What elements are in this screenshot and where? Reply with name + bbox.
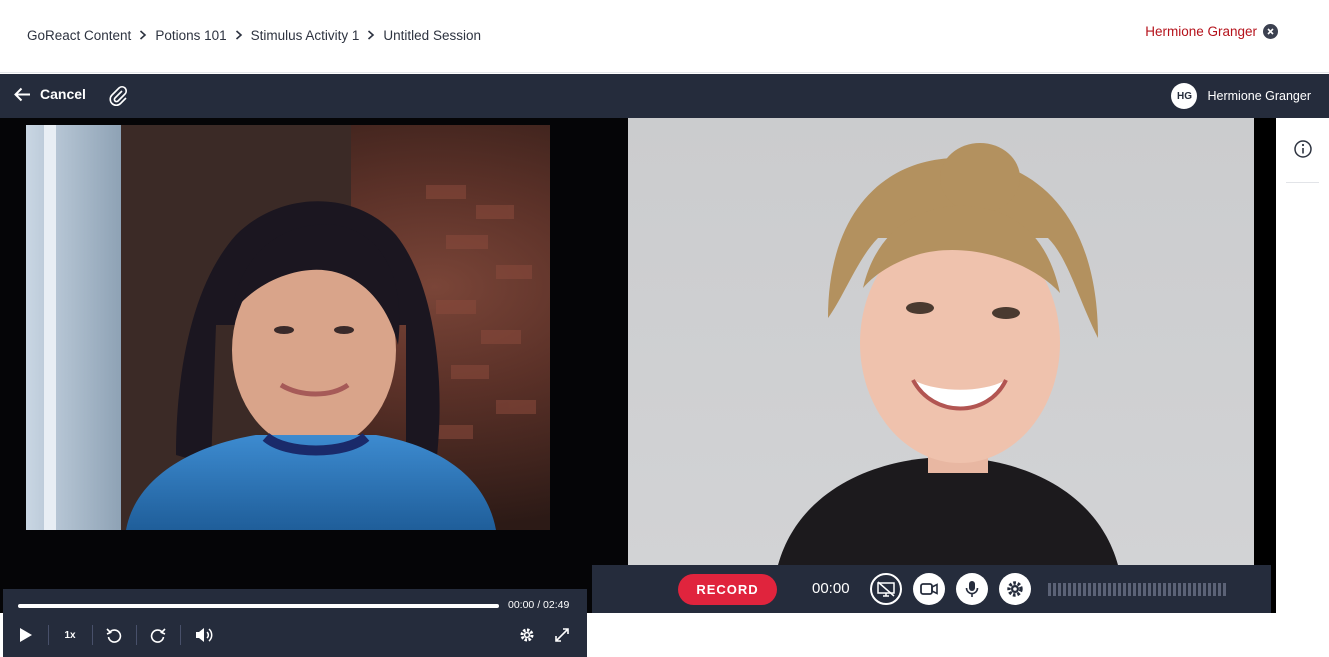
user-badge-name: Hermione Granger [1207, 89, 1311, 103]
app-toolbar: Cancel HG Hermione Granger [0, 74, 1329, 118]
stimulus-video-frame [26, 125, 536, 530]
microphone-icon[interactable] [956, 573, 988, 605]
forward-icon[interactable] [147, 624, 169, 646]
audio-level-tick [1148, 583, 1151, 596]
webcam-preview [628, 118, 1254, 565]
top-header: GoReact Content Potions 101 Stimulus Act… [0, 0, 1329, 73]
playback-speed-button[interactable]: 1x [59, 624, 81, 646]
audio-level-tick [1123, 583, 1126, 596]
chevron-right-icon [359, 27, 383, 43]
audio-level-tick [1183, 583, 1186, 596]
recording-app: Cancel HG Hermione Granger 00:00 / 02:49… [0, 74, 1329, 657]
audio-level-tick [1193, 583, 1196, 596]
breadcrumb-goreact-content[interactable]: GoReact Content [27, 28, 131, 43]
paperclip-icon[interactable] [107, 85, 129, 112]
audio-level-tick [1118, 583, 1121, 596]
audio-level-tick [1143, 583, 1146, 596]
audio-level-tick [1098, 583, 1101, 596]
playback-speed-label: 1x [64, 629, 76, 641]
audio-level-tick [1113, 583, 1116, 596]
audio-level-tick [1163, 583, 1166, 596]
fullscreen-icon[interactable] [552, 624, 572, 646]
audio-level-tick [1158, 583, 1161, 596]
breadcrumb: GoReact Content Potions 101 Stimulus Act… [27, 27, 481, 43]
stimulus-player-controls: 00:00 / 02:49 1x [3, 589, 587, 657]
audio-level-tick [1088, 583, 1091, 596]
record-label: RECORD [696, 582, 759, 597]
avatar: HG [1171, 83, 1198, 109]
user-name: Hermione Granger [1145, 24, 1257, 39]
breadcrumb-current-session: Untitled Session [383, 27, 481, 43]
audio-level-tick [1168, 583, 1171, 596]
chevron-right-icon [227, 27, 251, 43]
audio-level-tick [1078, 583, 1081, 596]
breadcrumb-stimulus-activity[interactable]: Stimulus Activity 1 [251, 28, 360, 43]
audio-level-tick [1103, 583, 1106, 596]
audio-level-tick [1178, 583, 1181, 596]
user-menu[interactable]: Hermione Granger [1145, 24, 1278, 39]
audio-level-tick [1048, 583, 1051, 596]
audio-level-tick [1133, 583, 1136, 596]
audio-level-tick [1188, 583, 1191, 596]
audio-level-tick [1153, 583, 1156, 596]
user-badge: HG Hermione Granger [1171, 83, 1311, 109]
recording-timer: 00:00 [812, 580, 850, 597]
record-button[interactable]: RECORD [678, 574, 777, 605]
audio-level-tick [1128, 583, 1131, 596]
audio-level-tick [1198, 583, 1201, 596]
webcam-frame [778, 143, 1118, 565]
camera-icon[interactable] [913, 573, 945, 605]
rewind-icon[interactable] [103, 624, 125, 646]
audio-level-meter [1048, 583, 1226, 596]
audio-level-tick [1138, 583, 1141, 596]
video-progress-bar[interactable] [18, 604, 499, 608]
cancel-button[interactable]: Cancel [14, 86, 86, 102]
stimulus-video-area: 00:00 / 02:49 1x [0, 118, 628, 657]
audio-level-tick [1203, 583, 1206, 596]
audio-level-tick [1083, 583, 1086, 596]
video-timecode: 00:00 / 02:49 [508, 599, 570, 611]
audio-level-tick [1063, 583, 1066, 596]
cancel-label: Cancel [40, 86, 86, 102]
settings-icon[interactable] [517, 624, 537, 646]
audio-level-tick [1053, 583, 1056, 596]
audio-level-tick [1213, 583, 1216, 596]
close-circle-icon[interactable] [1263, 24, 1278, 39]
divider [92, 625, 93, 645]
audio-level-tick [1073, 583, 1076, 596]
audio-level-tick [1068, 583, 1071, 596]
info-icon[interactable] [1293, 139, 1313, 164]
arrow-left-icon [14, 87, 30, 101]
audio-level-tick [1218, 583, 1221, 596]
play-icon[interactable] [17, 624, 35, 646]
audio-level-tick [1093, 583, 1096, 596]
chevron-right-icon [131, 27, 155, 43]
screen-share-off-icon[interactable] [870, 573, 902, 605]
recording-controls: RECORD 00:00 [592, 565, 1271, 613]
divider [1286, 182, 1319, 183]
audio-level-tick [1108, 583, 1111, 596]
volume-icon[interactable] [193, 624, 215, 646]
audio-level-tick [1173, 583, 1176, 596]
settings-icon[interactable] [999, 573, 1031, 605]
divider [180, 625, 181, 645]
audio-level-tick [1058, 583, 1061, 596]
breadcrumb-potions-101[interactable]: Potions 101 [155, 28, 226, 43]
divider [136, 625, 137, 645]
audio-level-tick [1208, 583, 1211, 596]
stimulus-video[interactable] [26, 125, 550, 530]
audio-level-tick [1223, 583, 1226, 596]
side-panel [1276, 118, 1329, 613]
divider [48, 625, 49, 645]
